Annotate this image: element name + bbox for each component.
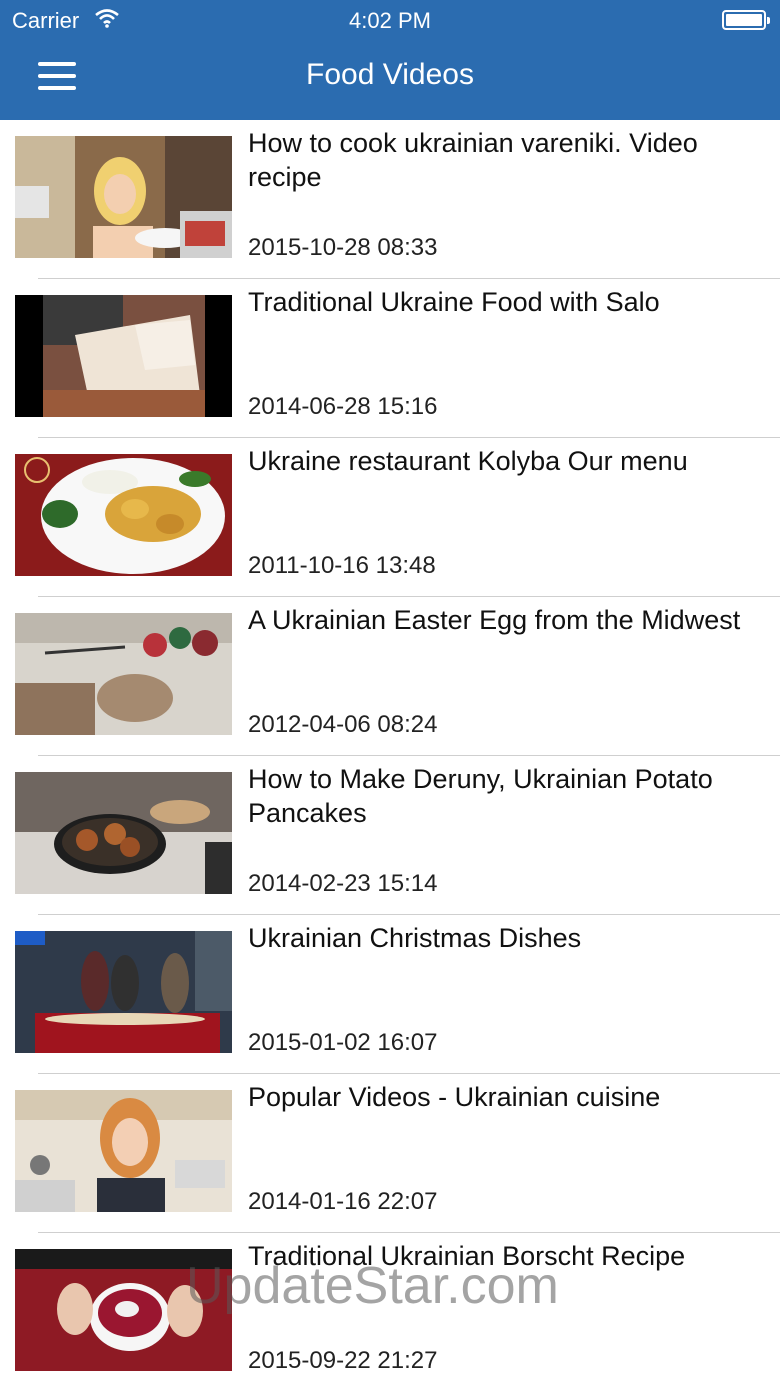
video-date: 2012-04-06 08:24: [248, 711, 438, 738]
status-bar: Carrier 4:02 PM: [0, 0, 780, 40]
video-date: 2015-10-28 08:33: [248, 234, 438, 261]
video-title: Traditional Ukraine Food with Salo: [248, 287, 660, 317]
video-list-item[interactable]: Ukrainian Christmas Dishes 2015-01-02 16…: [0, 915, 780, 1074]
video-thumbnail: [15, 295, 232, 417]
video-date: 2014-02-23 15:14: [248, 870, 438, 897]
battery-icon: [722, 10, 770, 30]
video-thumbnail: [15, 454, 232, 576]
video-thumbnail: [15, 772, 232, 894]
video-title: A Ukrainian Easter Egg from the Midwest: [248, 605, 741, 635]
video-thumbnail: [15, 613, 232, 735]
video-thumbnail: [15, 931, 232, 1053]
video-title: Ukrainian Christmas Dishes: [248, 923, 582, 953]
video-title: Traditional Ukrainian Borscht Recipe: [248, 1241, 686, 1271]
nav-header: Carrier 4:02 PM Food Videos: [0, 0, 780, 120]
video-list-item[interactable]: Traditional Ukrainian Borscht Recipe 201…: [0, 1233, 780, 1387]
video-date: 2011-10-16 13:48: [248, 552, 436, 579]
video-list: How to cook ukrainian vareniki. Video re…: [0, 120, 780, 1387]
video-title: Ukraine restaurant Kolyba Our menu: [248, 446, 688, 476]
video-list-item[interactable]: Popular Videos - Ukrainian cuisine 2014-…: [0, 1074, 780, 1233]
video-list-item[interactable]: How to cook ukrainian vareniki. Video re…: [0, 120, 780, 279]
video-date: 2015-01-02 16:07: [248, 1029, 438, 1056]
video-list-item[interactable]: How to Make Deruny, Ukrainian Potato Pan…: [0, 756, 780, 915]
video-date: 2014-06-28 15:16: [248, 393, 438, 420]
status-time: 4:02 PM: [349, 8, 431, 33]
video-list-item[interactable]: Traditional Ukraine Food with Salo 2014-…: [0, 279, 780, 438]
video-title: How to Make Deruny, Ukrainian Potato Pan…: [248, 764, 713, 828]
page-title: Food Videos: [306, 58, 474, 91]
video-title: Popular Videos - Ukrainian cuisine: [248, 1082, 661, 1112]
video-date: 2015-09-22 21:27: [248, 1347, 438, 1374]
video-thumbnail: [15, 136, 232, 258]
video-thumbnail: [15, 1249, 232, 1371]
video-thumbnail: [15, 1090, 232, 1212]
video-list-item[interactable]: Ukraine restaurant Kolyba Our menu 2011-…: [0, 438, 780, 597]
video-list-item[interactable]: A Ukrainian Easter Egg from the Midwest …: [0, 597, 780, 756]
video-date: 2014-01-16 22:07: [248, 1188, 438, 1215]
video-title: How to cook ukrainian vareniki. Video re…: [248, 128, 698, 192]
